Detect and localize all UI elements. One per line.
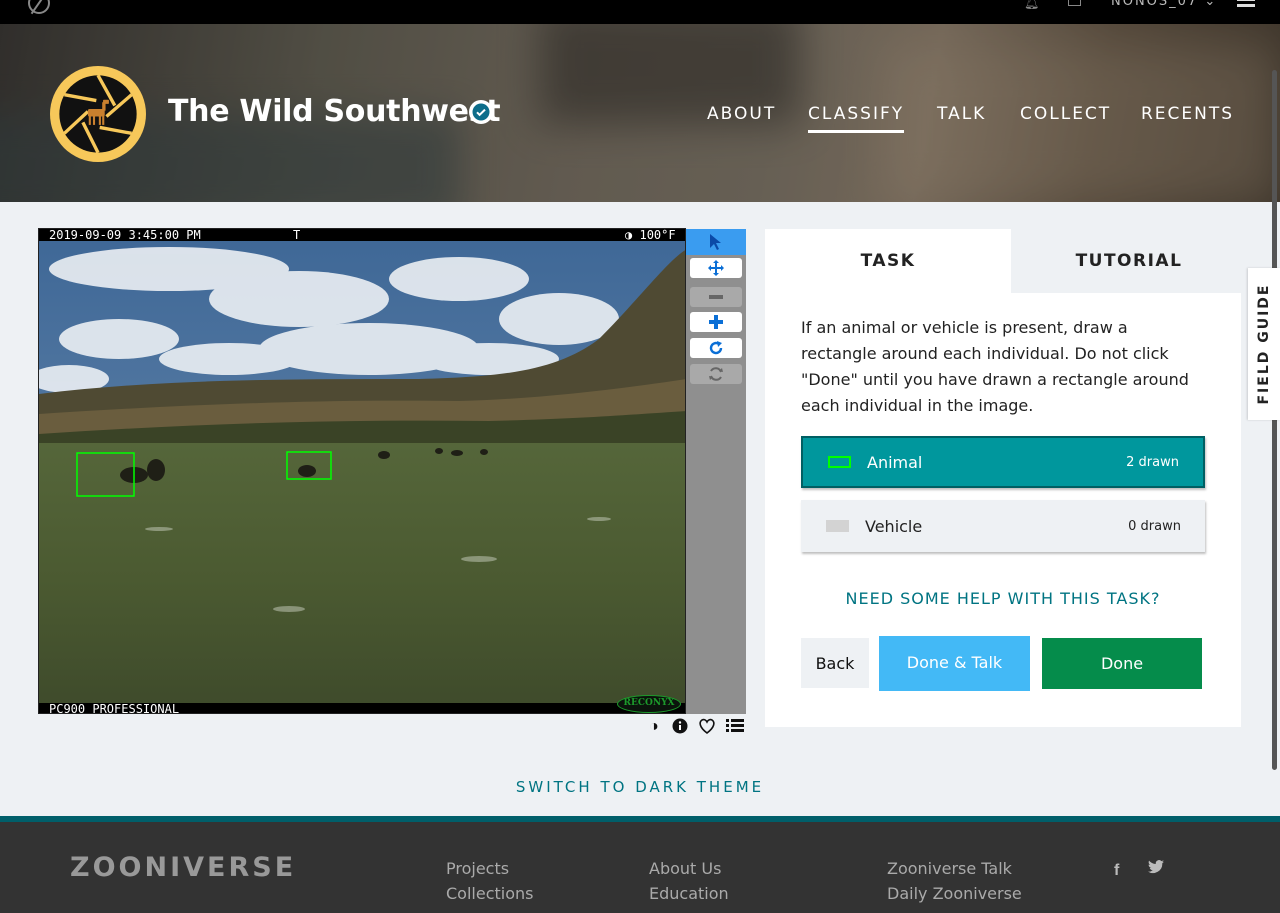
footer-link-about[interactable]: About Us [649, 859, 721, 878]
nav-talk[interactable]: TALK [937, 104, 986, 124]
zoom-out-button[interactable] [690, 287, 742, 307]
collections-list-icon[interactable] [726, 718, 744, 739]
choice-count: 0 drawn [1128, 518, 1181, 534]
twitter-icon[interactable] [1148, 860, 1164, 879]
top-bar: 🔔︎ NONOS_07 ⌄ [0, 0, 1280, 24]
reset-button[interactable] [690, 364, 742, 384]
info-icon[interactable] [672, 718, 688, 739]
brand-logo: RECONYX [617, 695, 681, 713]
task-panel: TASK TUTORIAL If an animal or vehicle is… [765, 229, 1247, 727]
moon-icon: ◑ [625, 228, 633, 242]
rectangle-tool-swatch-icon [826, 520, 849, 532]
page-scrollbar[interactable] [1272, 70, 1277, 770]
choice-label: Vehicle [865, 516, 923, 536]
nav-collect[interactable]: COLLECT [1020, 104, 1111, 124]
zooniverse-logo-icon[interactable] [28, 0, 50, 14]
aperture-logo-icon [59, 74, 137, 154]
bell-icon[interactable]: 🔔︎ [1024, 0, 1039, 10]
tab-task[interactable]: TASK [765, 229, 1011, 293]
zoom-in-button[interactable] [690, 312, 742, 332]
minus-icon [709, 295, 723, 299]
user-menu[interactable]: NONOS_07 ⌄ [1111, 0, 1217, 9]
move-icon [708, 260, 724, 276]
project-avatar[interactable] [50, 66, 146, 162]
timestamp: 2019-09-09 3:45:00 PM [49, 228, 201, 242]
hamburger-icon[interactable] [1237, 0, 1255, 10]
cursor-icon [710, 234, 721, 250]
heart-icon[interactable] [698, 718, 716, 739]
marker: T [293, 228, 301, 242]
site-footer: ZOONIVERSE Projects Collections About Us… [0, 816, 1280, 913]
camera-model: PC900 PROFESSIONAL [49, 702, 180, 714]
pan-tool-button[interactable] [690, 258, 742, 278]
tab-tutorial[interactable]: TUTORIAL [1011, 229, 1247, 293]
nav-classify[interactable]: CLASSIFY [808, 104, 905, 133]
field-guide-label: FIELD GUIDE [1256, 283, 1272, 405]
chevron-down-icon: ⌄ [1204, 0, 1218, 9]
choice-vehicle[interactable]: Vehicle 0 drawn [801, 500, 1205, 552]
footer-link-talk[interactable]: Zooniverse Talk [887, 859, 1012, 878]
task-instruction: If an animal or vehicle is present, draw… [801, 318, 1189, 415]
invert-icon[interactable]: ◑ [649, 718, 659, 736]
choice-count: 2 drawn [1126, 454, 1179, 470]
done-button[interactable]: Done [1042, 638, 1202, 689]
choice-label: Animal [867, 452, 923, 472]
rectangle-tool-swatch-icon [828, 456, 851, 468]
username: NONOS_07 [1111, 0, 1199, 9]
rotate-icon [709, 341, 723, 355]
footer-link-projects[interactable]: Projects [446, 859, 509, 878]
image-toolbar [686, 229, 746, 714]
zooniverse-wordmark[interactable]: ZOONIVERSE [70, 852, 296, 883]
camera-strip: PC900 PROFESSIONAL [39, 702, 685, 714]
pointer-tool-button[interactable] [686, 229, 746, 255]
refresh-icon [709, 367, 723, 381]
dark-theme-toggle[interactable]: SWITCH TO DARK THEME [0, 778, 1280, 796]
subject-viewer[interactable]: 2019-09-09 3:45:00 PM T ◑ 100°F PC900 PR… [38, 228, 686, 714]
project-header: The Wild Southwest ABOUT CLASSIFY TALK C… [0, 24, 1280, 202]
project-title[interactable]: The Wild Southwest [168, 94, 501, 129]
field-guide-tab[interactable]: FIELD GUIDE [1248, 268, 1280, 420]
mail-icon[interactable] [1068, 0, 1081, 6]
done-and-talk-button[interactable]: Done & Talk [879, 636, 1030, 691]
choice-animal[interactable]: Animal 2 drawn [801, 436, 1205, 488]
temperature: ◑ 100°F [625, 228, 676, 242]
plus-icon [709, 315, 723, 329]
rotate-button[interactable] [690, 338, 742, 358]
subject-image[interactable] [39, 229, 686, 714]
footer-link-education[interactable]: Education [649, 884, 729, 903]
back-button[interactable]: Back [801, 638, 869, 688]
task-help-link[interactable]: NEED SOME HELP WITH THIS TASK? [765, 589, 1241, 608]
footer-link-collections[interactable]: Collections [446, 884, 533, 903]
footer-link-daily[interactable]: Daily Zooniverse [887, 884, 1022, 903]
facebook-icon[interactable]: f [1114, 862, 1119, 880]
image-info-strip: 2019-09-09 3:45:00 PM T ◑ 100°F [39, 228, 685, 242]
nav-recents[interactable]: RECENTS [1141, 104, 1234, 124]
nav-about[interactable]: ABOUT [707, 104, 776, 124]
verified-badge-icon [469, 100, 493, 124]
